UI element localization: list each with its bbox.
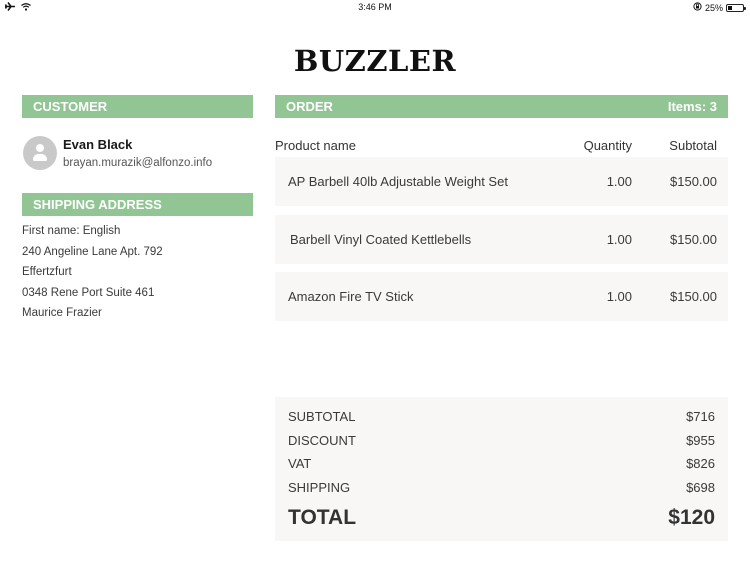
address-line: First name: English: [22, 225, 121, 237]
address-line: Effertzfurt: [22, 266, 72, 278]
order-header: ORDER Items: 3: [275, 95, 728, 118]
table-row[interactable]: Amazon Fire TV Stick 1.00 $150.00: [275, 272, 728, 321]
column-subtotal: Subtotal: [669, 137, 717, 153]
total-label: TOTAL: [288, 505, 357, 529]
product-subtotal: $150.00: [670, 232, 717, 247]
shipping-header: SHIPPING ADDRESS: [22, 193, 253, 216]
shipping-address: First name: English 240 Angeline Lane Ap…: [22, 224, 253, 327]
table-row[interactable]: AP Barbell 40lb Adjustable Weight Set 1.…: [275, 157, 728, 206]
left-column: CUSTOMER Evan Black brayan.murazik@alfon…: [22, 95, 253, 327]
shipping-label: SHIPPING: [288, 480, 351, 496]
status-bar: 3:46 PM 25%: [0, 0, 750, 16]
vat-row: VAT $826: [288, 456, 715, 480]
brand-logo: BUZZLER: [293, 44, 457, 78]
total-value: $120: [668, 505, 715, 529]
table-row[interactable]: Barbell Vinyl Coated Kettlebells 1.00 $1…: [275, 215, 728, 264]
column-product-name: Product name: [275, 137, 356, 153]
order-totals: SUBTOTAL $716 DISCOUNT $955 VAT $826 SHI…: [275, 397, 728, 541]
shipping-row: SHIPPING $698: [288, 480, 715, 504]
battery-icon: [726, 3, 746, 12]
order-column: ORDER Items: 3 Product name Quantity Sub…: [275, 95, 728, 330]
items-count: Items: 3: [667, 99, 717, 114]
address-line: Maurice Frazier: [22, 307, 102, 319]
order-header-label: ORDER: [286, 99, 333, 114]
battery-fill: [728, 5, 732, 10]
subtotal-label: SUBTOTAL: [288, 409, 356, 424]
product-subtotal: $150.00: [670, 289, 717, 304]
customer-info: Evan Black brayan.murazik@alfonzo.info: [63, 137, 212, 169]
customer-name: Evan Black: [63, 137, 133, 152]
status-time: 3:46 PM: [358, 2, 392, 12]
discount-value: $955: [686, 432, 715, 448]
product-name: Barbell Vinyl Coated Kettlebells: [290, 232, 472, 247]
shipping-header-label: SHIPPING ADDRESS: [33, 197, 162, 212]
discount-label: DISCOUNT: [288, 432, 356, 448]
product-quantity: 1.00: [606, 232, 632, 247]
product-name: AP Barbell 40lb Adjustable Weight Set: [288, 174, 508, 189]
discount-row: DISCOUNT $955: [288, 433, 715, 457]
product-quantity: 1.00: [606, 174, 632, 189]
avatar: [23, 136, 57, 170]
order-table-header: Product name Quantity Subtotal: [275, 133, 728, 157]
customer-header: CUSTOMER: [22, 95, 253, 118]
address-line: 240 Angeline Lane Apt. 792: [22, 245, 163, 258]
address-line: 0348 Rene Port Suite 461: [22, 286, 155, 299]
rotation-lock-icon: [693, 2, 702, 13]
vat-value: $826: [686, 456, 715, 472]
total-row: TOTAL $120: [288, 506, 715, 530]
vat-label: VAT: [288, 456, 312, 472]
column-quantity: Quantity: [583, 137, 632, 153]
customer-header-label: CUSTOMER: [33, 99, 108, 114]
product-subtotal: $150.00: [670, 174, 717, 189]
product-quantity: 1.00: [606, 289, 632, 304]
subtotal-row: SUBTOTAL $716: [288, 409, 715, 433]
customer-card[interactable]: Evan Black brayan.murazik@alfonzo.info: [22, 134, 253, 172]
shipping-value: $698: [686, 480, 715, 496]
battery-percent: 25%: [704, 2, 723, 13]
order-rows: AP Barbell 40lb Adjustable Weight Set 1.…: [275, 157, 728, 321]
customer-email: brayan.murazik@alfonzo.info: [63, 157, 213, 169]
subtotal-value: $716: [686, 409, 715, 424]
product-name: Amazon Fire TV Stick: [288, 289, 414, 304]
status-right: 25%: [693, 2, 746, 13]
